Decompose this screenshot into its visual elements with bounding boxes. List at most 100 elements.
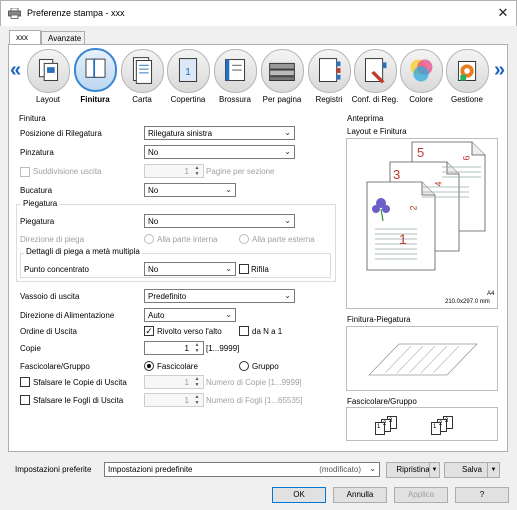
nav-management-button[interactable]: [446, 49, 489, 93]
management-icon: [457, 60, 477, 82]
feed-direction-select[interactable]: Auto ⌄: [144, 308, 236, 322]
select-value: No: [148, 186, 159, 195]
cancel-button[interactable]: Annulla: [333, 487, 387, 503]
fold-preview-image: [368, 343, 478, 376]
page-number-1: 1: [399, 231, 407, 247]
nav-layout-button[interactable]: [27, 49, 70, 93]
split-output-unit: Pagine per sezione: [206, 167, 275, 176]
select-value: Auto: [148, 311, 165, 320]
page-number-3: 3: [393, 167, 401, 182]
ok-button[interactable]: OK: [272, 487, 326, 503]
focus-point-select[interactable]: No ⌄: [144, 262, 236, 276]
preset-modified: (modificato): [319, 465, 361, 474]
offset-sheets-label: Sfalsare le Fogli di Uscita: [33, 396, 124, 405]
tab-label: Avanzate: [48, 34, 82, 43]
select-value: Rilegatura sinistra: [148, 129, 213, 138]
nav-perfect-binding-button[interactable]: [214, 49, 257, 93]
output-order-label: Ordine di Uscita: [20, 327, 77, 336]
fold-inside-radio[interactable]: [144, 234, 154, 244]
tabs-icon: [319, 58, 341, 82]
trim-checkbox[interactable]: [239, 264, 249, 274]
section-finishing: Finitura: [19, 114, 46, 123]
fold-outside-radio[interactable]: [239, 234, 249, 244]
offset-copies-checkbox[interactable]: [20, 377, 30, 387]
fold-inside-label: Alla parte interna: [157, 235, 218, 244]
output-tray-label: Vassoio di uscita: [20, 292, 80, 301]
n-to-1-checkbox[interactable]: [239, 326, 249, 336]
save-dropdown-icon[interactable]: ▼: [487, 462, 500, 478]
group-radio[interactable]: [239, 361, 249, 371]
chevron-down-icon: ⌄: [225, 264, 232, 273]
copies-range: [1...9999]: [206, 344, 240, 353]
preview-fold-title: Finitura-Piegatura: [347, 315, 411, 324]
stepper-value: 1: [184, 396, 189, 405]
paper-dims: 210.0x297.0 mm: [445, 299, 490, 305]
output-tray-select[interactable]: Predefinito ⌄: [144, 289, 295, 303]
half-fold-title: Dettagli di piega a metà multipla: [24, 247, 142, 256]
nav-per-page-button[interactable]: [261, 49, 304, 93]
nav-finishing-button[interactable]: [74, 48, 117, 92]
preview-title: Anteprima: [347, 114, 384, 123]
offset-copies-stepper[interactable]: 1 ▲ ▼: [144, 375, 204, 389]
face-up-label: Rivolto verso l'alto: [157, 327, 222, 336]
collate-set1-num-1: 1: [377, 424, 381, 430]
folding-select[interactable]: No ⌄: [144, 214, 295, 228]
nav-next-icon[interactable]: »: [494, 59, 505, 82]
button-label: ?: [479, 490, 485, 499]
feed-direction-label: Direzione di Alimentazione: [20, 311, 115, 320]
section-folding: Piegatura: [21, 199, 60, 208]
nav-paper-button[interactable]: [121, 49, 164, 93]
register-settings-icon: [365, 58, 387, 84]
close-icon[interactable]: ✕: [493, 4, 513, 22]
collate-set2-num-2: 2: [439, 421, 443, 427]
binding-position-select[interactable]: Rilegatura sinistra ⌄: [144, 126, 295, 140]
restore-dropdown-icon[interactable]: ▼: [429, 462, 440, 478]
copies-stepper[interactable]: 1 ▲ ▼: [144, 341, 204, 355]
nav-prev-icon[interactable]: «: [10, 59, 21, 82]
button-label: Ripristina: [396, 465, 430, 474]
group-option-label: Gruppo: [252, 362, 279, 371]
stepper-down-icon[interactable]: ▼: [192, 171, 202, 177]
collate-set2-num-1: 1: [433, 424, 437, 430]
tab-advanced[interactable]: Avanzate: [41, 31, 85, 45]
cover-icon: 1: [178, 58, 198, 82]
select-value: Impostazioni predefinite: [108, 465, 193, 474]
face-up-checkbox[interactable]: ✓: [144, 326, 154, 336]
button-label: Salva: [461, 465, 482, 474]
collate-radio[interactable]: [144, 361, 154, 371]
color-icon: [410, 59, 433, 82]
stepper-value: 1: [184, 344, 189, 353]
window-title: Preferenze stampa - xxx: [27, 8, 125, 18]
split-output-stepper[interactable]: 1 ▲ ▼: [144, 164, 204, 178]
nav-tabs-button[interactable]: [308, 49, 351, 93]
chevron-down-icon: ⌄: [284, 291, 291, 300]
n-to-1-label: da N a 1: [252, 327, 283, 336]
nav-cover-button[interactable]: 1: [167, 49, 210, 93]
collate-set1-num-3: 3: [389, 418, 393, 424]
offset-sheets-checkbox[interactable]: [20, 395, 30, 405]
offset-sheets-stepper[interactable]: 1 ▲ ▼: [144, 393, 204, 407]
stepper-down-icon[interactable]: ▼: [192, 348, 202, 354]
split-output-checkbox[interactable]: [20, 167, 30, 177]
chevron-down-icon: ⌄: [225, 310, 232, 319]
nav-register-settings-button[interactable]: [354, 49, 397, 93]
punching-select[interactable]: No ⌄: [144, 183, 236, 197]
apply-button[interactable]: Applica: [394, 487, 448, 503]
button-label: Annulla: [346, 490, 374, 499]
collate-set1-num-2: 2: [383, 421, 387, 427]
per-page-icon: [269, 62, 295, 82]
nav-color-button[interactable]: [400, 49, 443, 93]
paper-size: A4: [487, 291, 495, 297]
copies-label: Copie: [20, 344, 41, 353]
preset-select[interactable]: Impostazioni predefinite (modificato) ⌄: [104, 462, 380, 477]
stepper-down-icon[interactable]: ▼: [192, 400, 202, 406]
stapling-select[interactable]: No ⌄: [144, 145, 295, 159]
preview-fold-box: [346, 326, 498, 391]
offset-copies-hint: Numero di Copie [1...9999]: [206, 378, 302, 387]
printer-icon: [8, 8, 21, 19]
stepper-down-icon[interactable]: ▼: [192, 382, 202, 388]
finishing-icon: [85, 58, 106, 78]
select-value: No: [148, 148, 159, 157]
help-button[interactable]: ?: [455, 487, 509, 503]
title-bar: Preferenze stampa - xxx ✕: [0, 0, 517, 26]
